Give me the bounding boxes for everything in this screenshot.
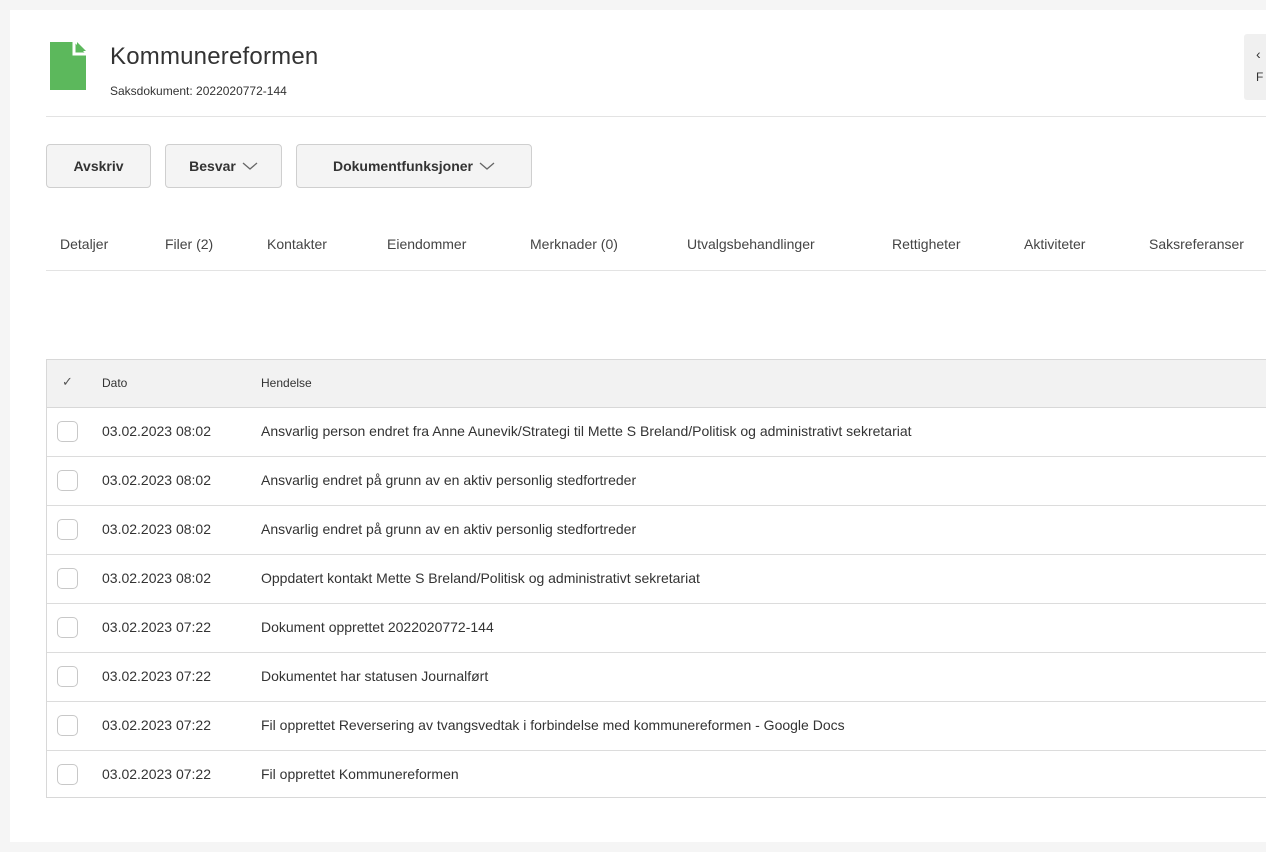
row-checkbox[interactable] bbox=[57, 568, 78, 589]
tab-saksreferanser[interactable]: Saksreferanser bbox=[1149, 236, 1244, 252]
history-table: ✓ Dato Hendelse 03.02.2023 08:02 Ansvarl… bbox=[46, 359, 1266, 798]
row-date: 03.02.2023 07:22 bbox=[102, 668, 211, 684]
header-divider bbox=[46, 116, 1266, 117]
row-event: Ansvarlig endret på grunn av en aktiv pe… bbox=[261, 472, 637, 488]
tab-aktiviteter[interactable]: Aktiviteter bbox=[1024, 236, 1085, 252]
row-event: Dokument opprettet 2022020772-144 bbox=[261, 619, 494, 635]
row-date: 03.02.2023 08:02 bbox=[102, 472, 211, 488]
row-checkbox[interactable] bbox=[57, 715, 78, 736]
row-date: 03.02.2023 07:22 bbox=[102, 619, 211, 635]
table-header: ✓ Dato Hendelse bbox=[47, 360, 1266, 408]
tab-merknader[interactable]: Merknader (0) bbox=[530, 236, 618, 252]
tab-filer[interactable]: Filer (2) bbox=[165, 236, 213, 252]
row-checkbox[interactable] bbox=[57, 617, 78, 638]
row-date: 03.02.2023 07:22 bbox=[102, 766, 211, 782]
document-number: Saksdokument: 2022020772-144 bbox=[110, 84, 287, 98]
row-event: Ansvarlig endret på grunn av en aktiv pe… bbox=[261, 521, 637, 537]
row-checkbox[interactable] bbox=[57, 519, 78, 540]
row-date: 03.02.2023 08:02 bbox=[102, 570, 211, 586]
avskriv-button-label: Avskriv bbox=[73, 158, 124, 174]
row-event: Fil opprettet Reversering av tvangsvedta… bbox=[261, 717, 845, 733]
row-event: Ansvarlig person endret fra Anne Aunevik… bbox=[261, 423, 912, 439]
row-event: Oppdatert kontakt Mette S Breland/Politi… bbox=[261, 570, 700, 586]
back-button[interactable]: ‹ F bbox=[1244, 34, 1266, 100]
document-icon bbox=[50, 42, 86, 90]
row-event: Dokumentet har statusen Journalført bbox=[261, 668, 489, 684]
tab-utvalgsbehandlinger[interactable]: Utvalgsbehandlinger bbox=[687, 236, 815, 252]
table-row[interactable]: 03.02.2023 07:22 Fil opprettet Reverseri… bbox=[47, 702, 1266, 751]
row-date: 03.02.2023 08:02 bbox=[102, 521, 211, 537]
table-row[interactable]: 03.02.2023 07:22 Dokument opprettet 2022… bbox=[47, 604, 1266, 653]
chevron-down-icon bbox=[479, 162, 495, 170]
table-row[interactable]: 03.02.2023 08:02 Ansvarlig person endret… bbox=[47, 408, 1266, 457]
table-row[interactable]: 03.02.2023 07:22 Fil opprettet Kommunere… bbox=[47, 751, 1266, 797]
tab-detaljer[interactable]: Detaljer bbox=[60, 236, 108, 252]
tab-eiendommer[interactable]: Eiendommer bbox=[387, 236, 466, 252]
dokumentfunksjoner-dropdown-button[interactable]: Dokumentfunksjoner bbox=[296, 144, 532, 188]
chevron-left-icon: ‹ bbox=[1256, 46, 1261, 62]
table-row[interactable]: 03.02.2023 08:02 Ansvarlig endret på gru… bbox=[47, 506, 1266, 555]
select-all-checkmark[interactable]: ✓ bbox=[62, 374, 73, 390]
column-header-dato[interactable]: Dato bbox=[102, 376, 127, 390]
chevron-down-icon bbox=[242, 162, 258, 170]
row-checkbox[interactable] bbox=[57, 764, 78, 785]
row-checkbox[interactable] bbox=[57, 666, 78, 687]
besvar-dropdown-button[interactable]: Besvar bbox=[165, 144, 282, 188]
besvar-button-label: Besvar bbox=[189, 158, 236, 174]
page-title: Kommunereformen bbox=[110, 43, 319, 70]
avskriv-button[interactable]: Avskriv bbox=[46, 144, 151, 188]
row-date: 03.02.2023 07:22 bbox=[102, 717, 211, 733]
table-row[interactable]: 03.02.2023 08:02 Oppdatert kontakt Mette… bbox=[47, 555, 1266, 604]
tab-rettigheter[interactable]: Rettigheter bbox=[892, 236, 960, 252]
row-date: 03.02.2023 08:02 bbox=[102, 423, 211, 439]
tab-kontakter[interactable]: Kontakter bbox=[267, 236, 327, 252]
back-button-label: F bbox=[1256, 70, 1264, 84]
row-checkbox[interactable] bbox=[57, 421, 78, 442]
column-header-hendelse[interactable]: Hendelse bbox=[261, 376, 312, 390]
table-row[interactable]: 03.02.2023 07:22 Dokumentet har statusen… bbox=[47, 653, 1266, 702]
table-row[interactable]: 03.02.2023 08:02 Ansvarlig endret på gru… bbox=[47, 457, 1266, 506]
row-event: Fil opprettet Kommunereformen bbox=[261, 766, 459, 782]
tab-bar: Detaljer Filer (2) Kontakter Eiendommer … bbox=[46, 232, 1266, 271]
dokumentfunksjoner-button-label: Dokumentfunksjoner bbox=[332, 158, 473, 174]
document-page: Kommunereformen Saksdokument: 2022020772… bbox=[10, 10, 1266, 842]
row-checkbox[interactable] bbox=[57, 470, 78, 491]
